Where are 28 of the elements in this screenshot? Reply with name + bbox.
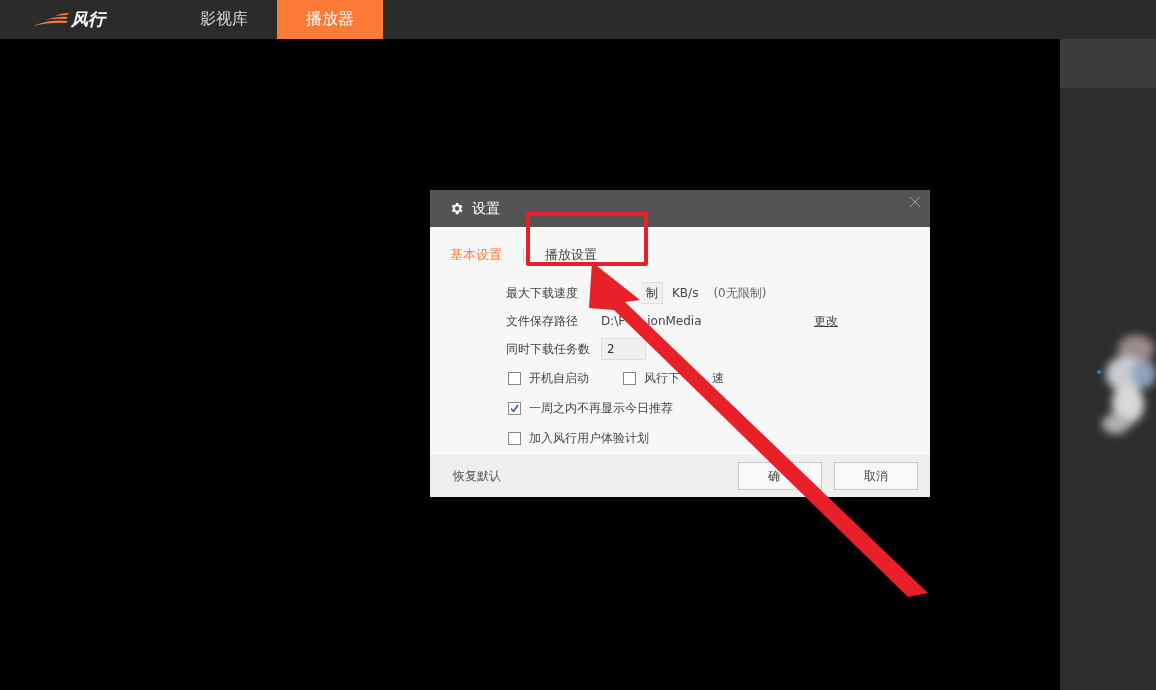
nav-tab[interactable]: 影视库 <box>171 0 277 39</box>
field-label: 最大下载速度 <box>506 284 579 302</box>
checkbox[interactable] <box>623 371 636 385</box>
restore-defaults-link[interactable]: 恢复默认 <box>453 467 726 485</box>
dialog-title: 设置 <box>472 199 501 218</box>
path-text: D:\F <box>601 314 626 328</box>
checkbox-label: 风行下 <box>644 369 680 387</box>
cancel-button[interactable]: 取消 <box>834 462 918 490</box>
speed-field[interactable]: 制 <box>641 282 663 304</box>
task-count-field[interactable]: 2 <box>601 338 646 360</box>
checkbox-label: 开机自启动 <box>529 369 589 387</box>
close-icon[interactable] <box>910 196 920 207</box>
checkbox[interactable] <box>508 371 521 385</box>
checkbox-label: 一周之内不再显示今日推荐 <box>529 399 673 417</box>
checkbox-label: 速 <box>712 369 724 387</box>
checkbox-label: 加入风行用户体验计划 <box>529 429 649 447</box>
field-label: 文件保存路径 <box>506 312 579 330</box>
change-link[interactable]: 更改 <box>814 312 838 330</box>
checkbox[interactable] <box>508 431 521 445</box>
hint-text: (0无限制) <box>713 284 767 302</box>
logo-swoosh-icon <box>33 12 69 27</box>
logo-text: 风行 <box>71 8 105 31</box>
unit-label: KB/s <box>672 286 699 300</box>
checkbox[interactable] <box>508 401 521 415</box>
settings-icon <box>449 201 464 216</box>
settings-tab[interactable]: 播放设置 <box>545 245 597 264</box>
path-text: ionMedia <box>647 314 702 328</box>
field-label: 同时下载任务数 <box>506 340 591 358</box>
